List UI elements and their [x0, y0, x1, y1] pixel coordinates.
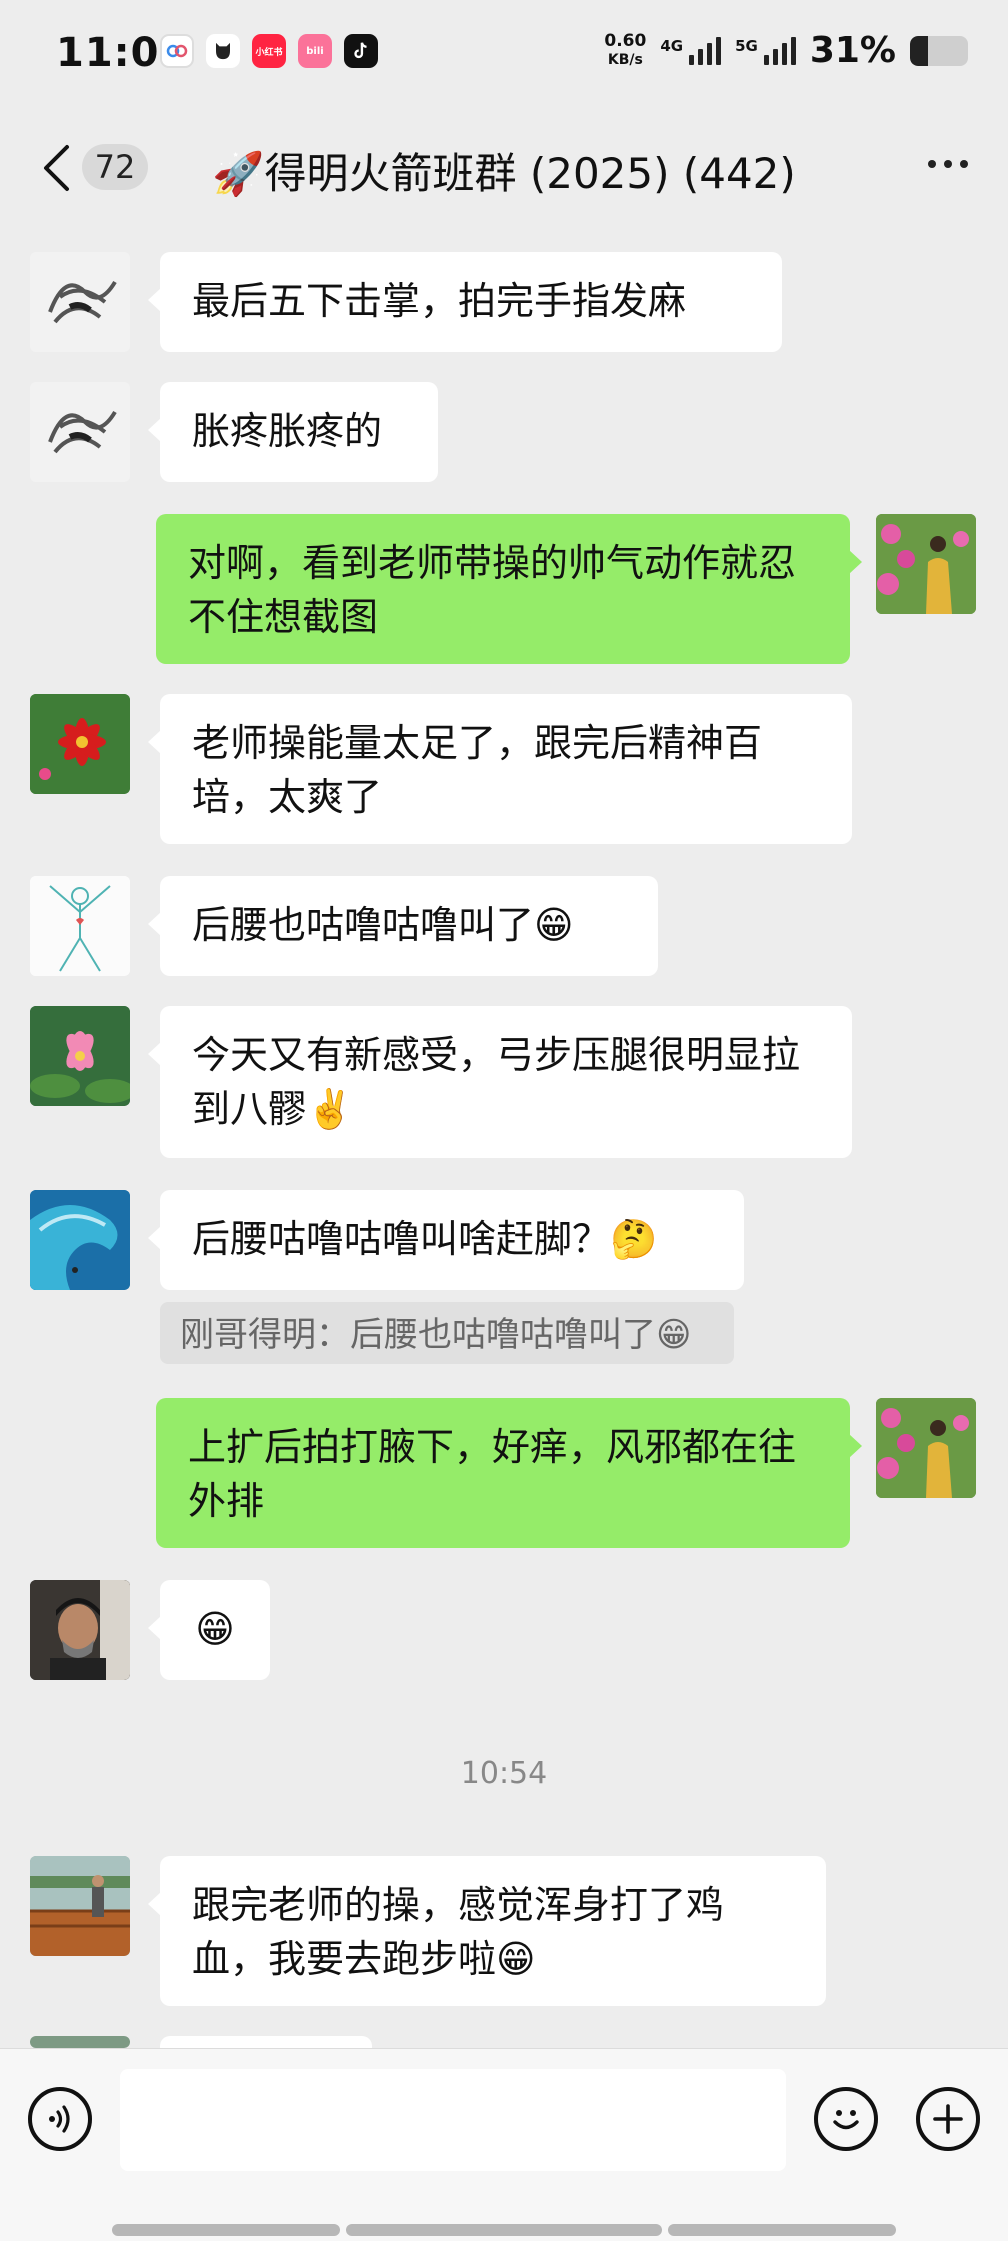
message-bubble[interactable]: 😁 — [148, 1580, 270, 1680]
message-bubble[interactable]: 胀疼胀疼的 — [148, 382, 438, 482]
network-speed: 0.60 KB/s — [604, 30, 647, 70]
outdoor-avatar[interactable] — [30, 1856, 130, 1956]
dot-icon — [944, 160, 952, 168]
signal-4g-label: 4G — [660, 36, 684, 55]
chat-header: 72 🚀得明火箭班群 (2025) (442) — [0, 110, 1008, 228]
xiaohongshu-icon: 小红书 — [252, 34, 286, 68]
red-flower-avatar[interactable] — [30, 694, 130, 794]
input-bar — [0, 2048, 1008, 2241]
signal-4g-icon: 4G — [660, 36, 722, 65]
message-bubble[interactable]: 老师操能量太足了，跟完后精神百培，太爽了 — [148, 694, 852, 844]
message-bubble[interactable]: 今天又有新感受，弓步压腿很明显拉到八髎✌️ — [148, 1006, 852, 1158]
time-separator: 10:54 — [460, 1756, 548, 1791]
dot-icon — [960, 160, 968, 168]
gesture-segment — [668, 2224, 896, 2236]
voice-icon — [49, 2105, 70, 2133]
gesture-segment — [346, 2224, 662, 2236]
message-bubble[interactable]: 后腰也咕噜咕噜叫了😁 — [148, 876, 658, 976]
emoji-button[interactable] — [814, 2087, 878, 2151]
sketch-avatar[interactable] — [30, 382, 130, 482]
next-message-avatar — [30, 2036, 130, 2048]
message-bubble-self[interactable]: 对啊，看到老师带操的帅气动作就忍不住想截图 — [156, 514, 862, 664]
app-notification-icon — [160, 34, 194, 68]
github-cat-icon — [206, 34, 240, 68]
more-options-button[interactable] — [928, 160, 968, 168]
bilibili-icon: bili — [298, 34, 332, 68]
battery-fill — [910, 35, 928, 66]
man-avatar[interactable] — [30, 1580, 130, 1680]
lotus-avatar[interactable] — [30, 1006, 130, 1106]
plus-icon — [933, 2104, 963, 2134]
battery-percent: 31% — [809, 30, 896, 71]
smiley-icon — [833, 2110, 859, 2130]
net-speed-unit: KB/s — [607, 51, 643, 68]
gesture-segment — [112, 2224, 340, 2236]
message-bubble[interactable]: 跟完老师的操，感觉浑身打了鸡血，我要去跑步啦😁 — [148, 1856, 826, 2006]
message-bubble[interactable]: 最后五下击掌，拍完手指发麻 — [148, 252, 782, 352]
next-message-bubble-edge — [160, 2036, 372, 2048]
signal-5g-icon: 5G — [735, 36, 796, 65]
message-input[interactable] — [120, 2069, 786, 2171]
line-figure-avatar[interactable] — [30, 876, 130, 976]
voice-input-button[interactable] — [28, 2087, 92, 2151]
gesture-bar — [0, 2224, 1008, 2238]
flower-woman-avatar[interactable] — [876, 1398, 976, 1498]
tiktok-icon — [344, 34, 378, 68]
message-bubble[interactable]: 后腰咕噜咕噜叫啥赶脚？🤔 — [148, 1190, 744, 1290]
flower-woman-avatar[interactable] — [876, 514, 976, 614]
battery-icon — [910, 35, 968, 66]
quoted-reply[interactable]: 刚哥得明：后腰也咕噜咕噜叫了😁 — [160, 1302, 734, 1364]
dot-icon — [928, 160, 936, 168]
net-speed-value: 0.60 — [604, 30, 647, 51]
signal-5g-label: 5G — [735, 36, 758, 55]
wave-avatar[interactable] — [30, 1190, 130, 1290]
sketch-avatar[interactable] — [30, 252, 130, 352]
status-bar: 11:01 小红书 bili 0.60 KB/s 4G 5G 31% — [0, 0, 1008, 110]
notification-icons: 小红书 bili — [160, 34, 378, 68]
status-right: 0.60 KB/s 4G 5G 31% — [604, 30, 968, 71]
more-functions-button[interactable] — [916, 2087, 980, 2151]
message-bubble-self[interactable]: 上扩后拍打腋下，好痒，风邪都在往外排 — [156, 1398, 862, 1548]
chat-title: 🚀得明火箭班群 (2025) (442) — [212, 149, 796, 198]
